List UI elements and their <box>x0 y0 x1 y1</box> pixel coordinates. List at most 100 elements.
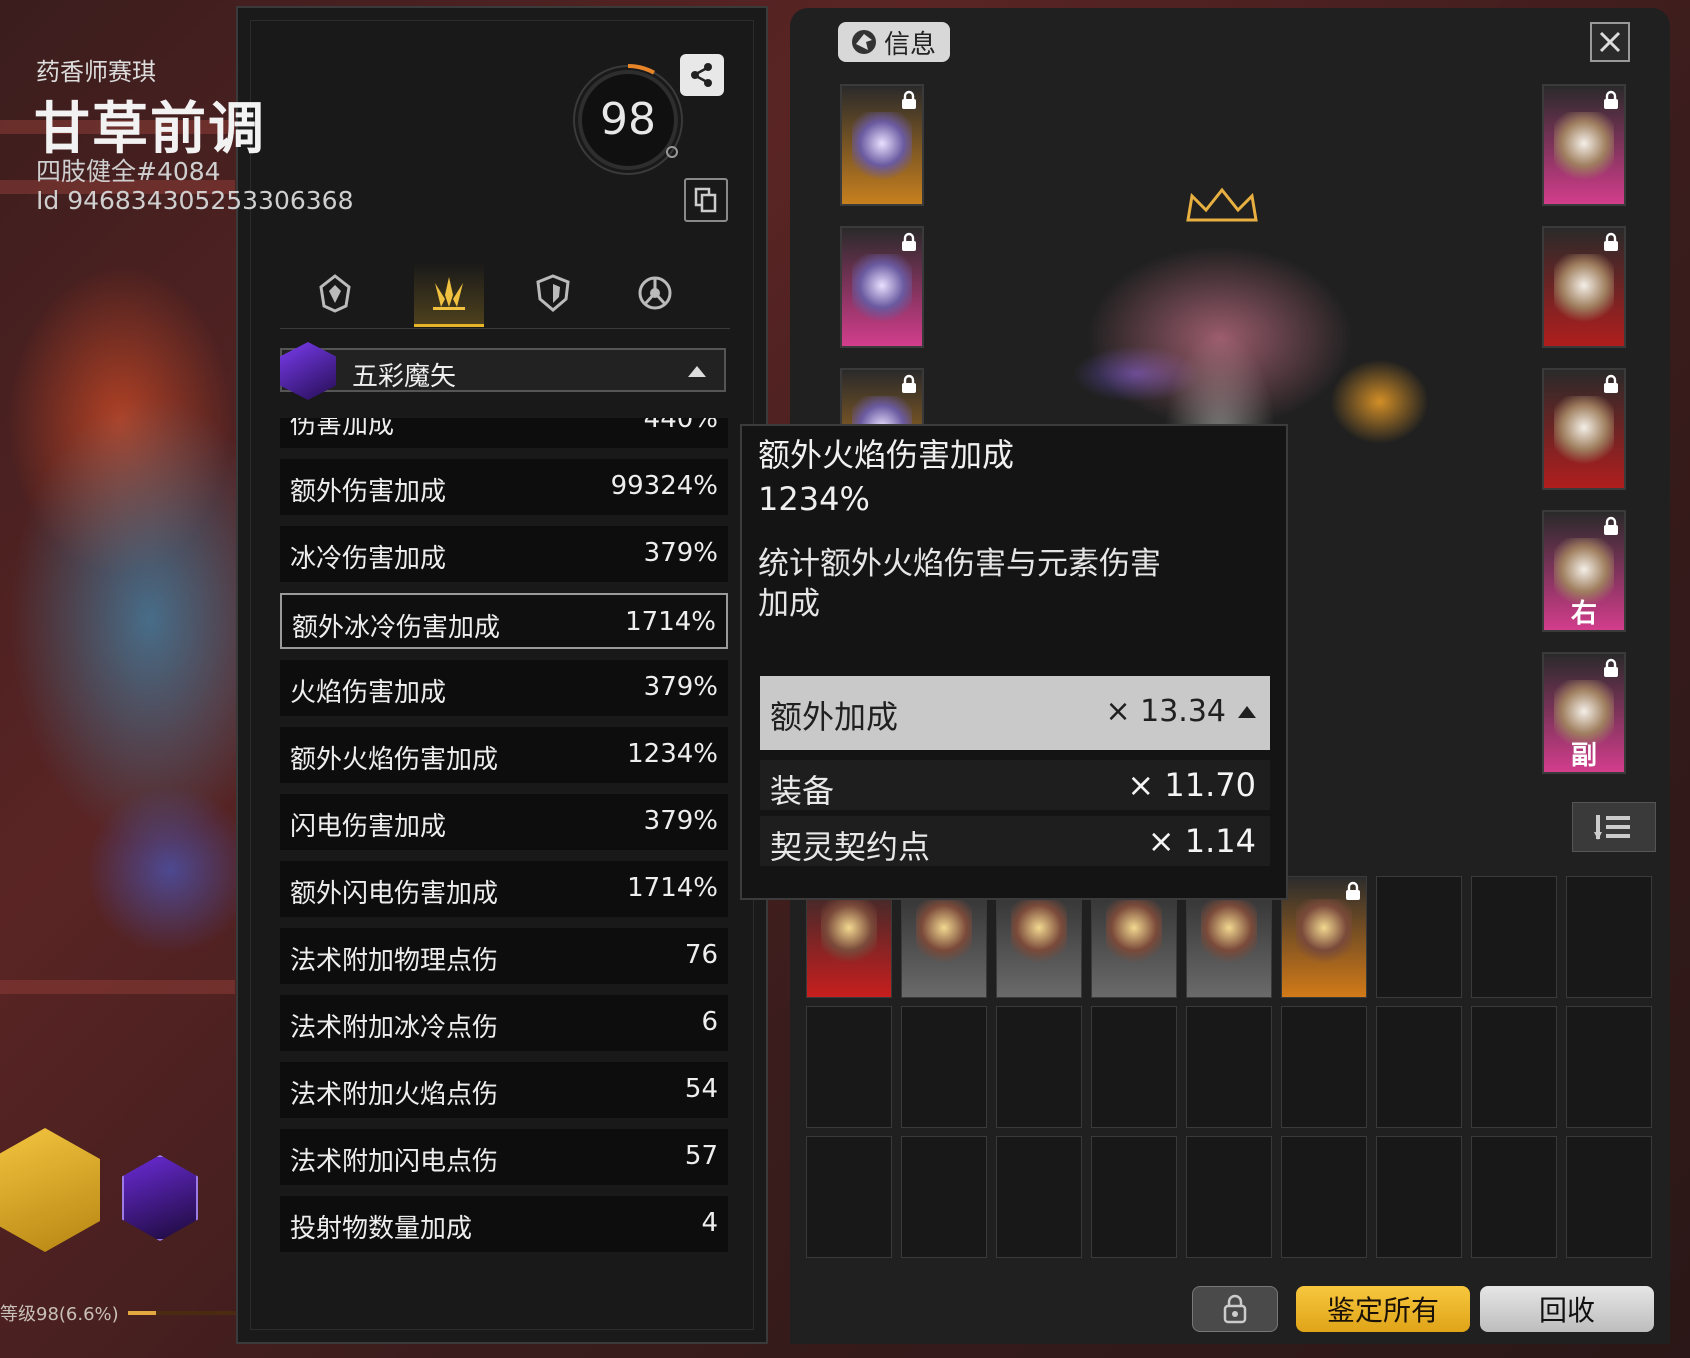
inventory-cell[interactable] <box>1376 876 1462 998</box>
target-icon <box>638 276 672 310</box>
equip-slot[interactable] <box>1542 368 1626 490</box>
tab-info-label: 信息 <box>884 29 937 60</box>
stat-row[interactable]: 投射物数量加成 4 <box>280 1196 728 1252</box>
slot-side-label: 右 <box>1570 599 1597 629</box>
inventory-cell[interactable] <box>901 1006 987 1128</box>
lock-icon <box>1346 881 1360 900</box>
boots-icon <box>1554 396 1614 466</box>
stat-tabs <box>280 262 730 328</box>
lock-toggle-button[interactable] <box>1192 1286 1278 1332</box>
share-button[interactable] <box>680 54 724 96</box>
breakdown-row-value: × 11.70 <box>1127 766 1256 804</box>
stat-label: 额外伤害加成 <box>290 477 447 507</box>
stat-value: 57 <box>684 1141 718 1171</box>
equip-slot[interactable]: 副 <box>1542 652 1626 774</box>
stat-row[interactable]: 法术附加物理点伤 76 <box>280 928 728 984</box>
stat-row[interactable]: 伤害加成 440% <box>280 418 728 448</box>
close-button[interactable] <box>1590 22 1630 62</box>
inventory-cell[interactable] <box>806 1136 892 1258</box>
caret-up-icon <box>1238 706 1256 718</box>
inventory-cell[interactable] <box>1471 1006 1557 1128</box>
lock-icon <box>902 374 916 393</box>
level-readout: 等级98(6.6%) <box>0 1304 119 1325</box>
stat-row[interactable]: 法术附加冰冷点伤 6 <box>280 995 728 1051</box>
inventory-cell[interactable] <box>996 1006 1082 1128</box>
stat-tooltip: 额外火焰伤害加成 1234% 统计额外火焰伤害与元素伤害加成 额外加成 × 13… <box>740 424 1288 900</box>
breakdown-row-label: 装备 <box>770 772 835 810</box>
stat-row[interactable]: 额外火焰伤害加成 1234% <box>280 727 728 783</box>
skill-dropdown-value: 五彩魔矢 <box>352 362 457 392</box>
stat-row[interactable]: 额外闪电伤害加成 1714% <box>280 861 728 917</box>
xp-bar <box>128 1311 238 1315</box>
equip-slot[interactable] <box>1542 226 1626 348</box>
pink-gem-icon <box>1296 899 1352 963</box>
equip-slot[interactable] <box>840 84 924 206</box>
stat-row[interactable]: 法术附加闪电点伤 57 <box>280 1129 728 1185</box>
identify-all-button[interactable]: 鉴定所有 <box>1296 1286 1470 1332</box>
inventory-cell[interactable] <box>1566 876 1652 998</box>
xp-bar-fill <box>128 1311 156 1315</box>
lock-icon <box>902 90 916 109</box>
eagle-icon <box>852 30 876 54</box>
equip-slot[interactable] <box>1542 84 1626 206</box>
stat-row[interactable]: 额外伤害加成 99324% <box>280 459 728 515</box>
equip-slot[interactable]: 右 <box>1542 510 1626 632</box>
stat-value: 379% <box>643 672 718 702</box>
copy-button[interactable] <box>684 178 728 222</box>
inventory-cell[interactable] <box>1281 1136 1367 1258</box>
inventory-cell[interactable] <box>1471 876 1557 998</box>
sort-button[interactable] <box>1572 802 1656 852</box>
stat-value: 54 <box>684 1074 718 1104</box>
tab-skill-stats[interactable] <box>414 262 484 327</box>
inventory-cell[interactable] <box>1566 1136 1652 1258</box>
stat-row[interactable]: 冰冷伤害加成 379% <box>280 526 728 582</box>
hero-class: 药香师赛琪 <box>36 58 156 86</box>
inventory-cell[interactable] <box>1091 1006 1177 1128</box>
skill-dropdown[interactable]: 五彩魔矢 <box>280 342 726 400</box>
inventory-cell[interactable] <box>1376 1136 1462 1258</box>
inventory-cell[interactable] <box>1376 1006 1462 1128</box>
tab-info[interactable]: 信息 <box>838 22 950 62</box>
breakdown-header-label: 额外加成 <box>770 698 899 736</box>
stat-label: 冰冷伤害加成 <box>290 544 447 574</box>
tooltip-breakdown-header[interactable]: 额外加成 × 13.34 <box>760 676 1270 750</box>
crystal-icon <box>821 899 877 963</box>
inventory-cell[interactable] <box>901 1136 987 1258</box>
inventory-cell[interactable] <box>806 1006 892 1128</box>
lock-icon <box>1604 658 1618 677</box>
inventory-cell[interactable] <box>1186 1006 1272 1128</box>
amulet-icon <box>852 254 912 324</box>
lock-icon <box>1604 90 1618 109</box>
recycle-button[interactable]: 回收 <box>1480 1286 1654 1332</box>
stat-row[interactable]: 法术附加火焰点伤 54 <box>280 1062 728 1118</box>
inventory-cell[interactable] <box>1281 876 1367 998</box>
stat-label: 额外火焰伤害加成 <box>290 745 499 775</box>
inventory-cell[interactable] <box>1281 1006 1367 1128</box>
stat-row[interactable]: 额外冰冷伤害加成 1714% <box>280 593 728 649</box>
inventory-cell[interactable] <box>1186 1136 1272 1258</box>
close-icon <box>1599 31 1621 53</box>
inventory-cell[interactable] <box>996 1136 1082 1258</box>
inventory-cell[interactable] <box>1566 1006 1652 1128</box>
prismatic-arrow-icon <box>280 342 336 400</box>
stat-label: 法术附加火焰点伤 <box>290 1080 499 1110</box>
scene-decor <box>0 980 235 994</box>
skill-flame-icon <box>433 277 465 310</box>
tab-attributes[interactable] <box>300 262 370 324</box>
stat-row[interactable]: 火焰伤害加成 379% <box>280 660 728 716</box>
stat-label: 投射物数量加成 <box>290 1214 473 1244</box>
level-ring: 98 <box>572 64 684 176</box>
stat-list[interactable]: 伤害加成 440% 额外伤害加成 99324% 冰冷伤害加成 379% 额外冰冷伤害加成 17… <box>280 418 728 1318</box>
tab-misc[interactable] <box>620 262 690 324</box>
tab-defense[interactable] <box>518 262 588 324</box>
share-icon <box>691 63 712 87</box>
stat-label: 闪电伤害加成 <box>290 812 447 842</box>
stat-row[interactable]: 闪电伤害加成 379% <box>280 794 728 850</box>
equip-slot[interactable] <box>840 226 924 348</box>
stat-label: 额外冰冷伤害加成 <box>292 613 501 643</box>
inventory-cell[interactable] <box>1091 1136 1177 1258</box>
helmet-icon <box>319 274 351 313</box>
tooltip-value: 1234% <box>758 480 870 518</box>
tooltip-title: 额外火焰伤害加成 <box>758 436 1015 474</box>
inventory-cell[interactable] <box>1471 1136 1557 1258</box>
